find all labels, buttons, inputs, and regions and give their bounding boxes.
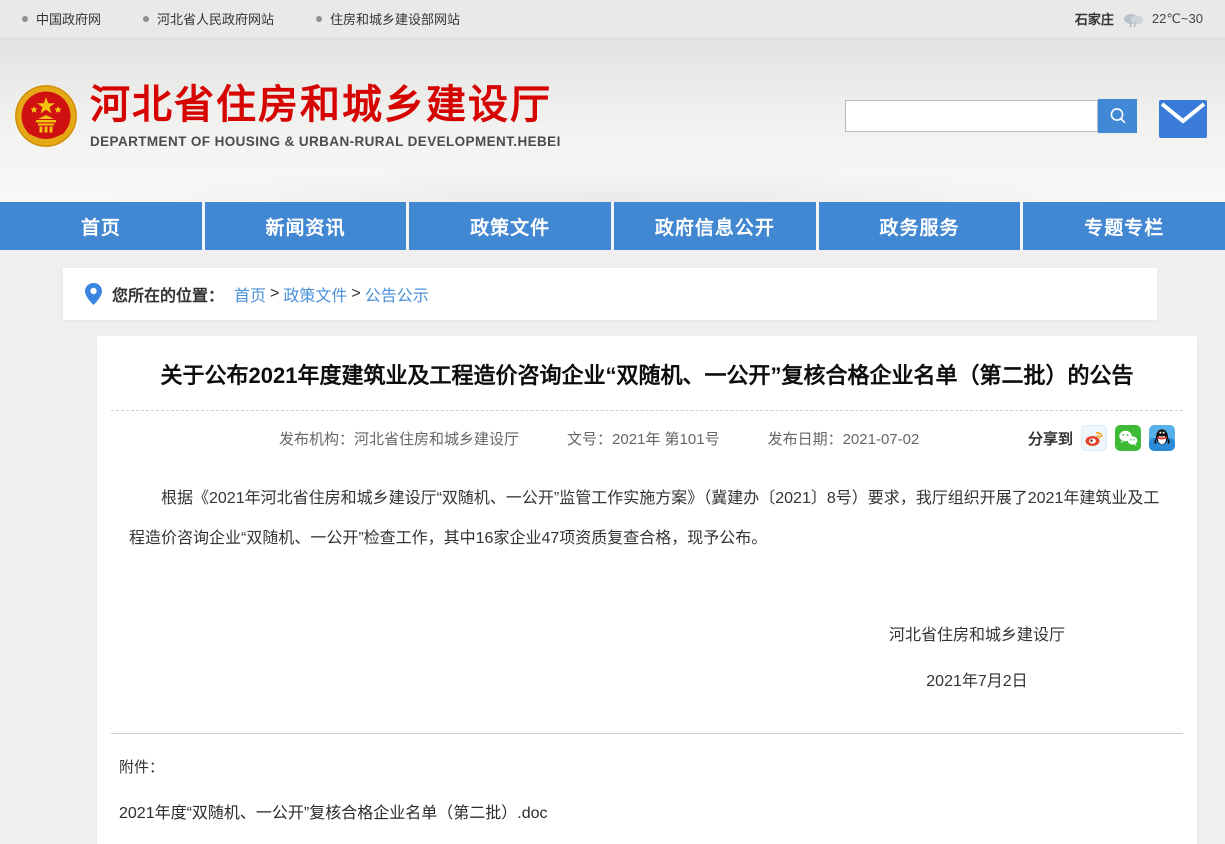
article-signature: 河北省住房和城乡建设厅 2021年7月2日: [889, 621, 1065, 691]
link-hebei-gov[interactable]: 河北省人民政府网站: [143, 9, 274, 28]
nav-item-news[interactable]: 新闻资讯: [205, 202, 407, 250]
qq-share-icon[interactable]: [1149, 425, 1175, 451]
meta-doc-number: 文号：2021年 第101号: [567, 428, 720, 449]
breadcrumb-separator: >: [351, 285, 360, 303]
breadcrumb-link-home[interactable]: 首页: [234, 282, 266, 306]
dashed-divider: [111, 410, 1183, 411]
envelope-icon[interactable]: [1159, 100, 1207, 138]
location-pin-icon: [85, 283, 102, 305]
nav-item-gov-info[interactable]: 政府信息公开: [614, 202, 816, 250]
link-label: 住房和城乡建设部网站: [330, 9, 460, 28]
bullet-icon: [143, 16, 149, 22]
weather-city: 石家庄: [1075, 9, 1114, 28]
article-body: 根据《2021年河北省住房和城乡建设厅“双随机、一公开”监管工作实施方案》（冀建…: [111, 479, 1183, 559]
link-label: 河北省人民政府网站: [157, 9, 274, 28]
national-emblem-icon: [14, 84, 78, 148]
meta-agency: 发布机构：河北省住房和城乡建设厅: [279, 428, 519, 449]
weibo-share-icon[interactable]: [1081, 425, 1107, 451]
nav-item-services[interactable]: 政务服务: [819, 202, 1021, 250]
signature-agency: 河北省住房和城乡建设厅: [889, 621, 1065, 645]
header-tools: [845, 100, 1207, 138]
main-nav: 首页 新闻资讯 政策文件 政府信息公开 政务服务 专题专栏: [0, 202, 1225, 250]
search-icon: [1108, 106, 1128, 126]
search-input[interactable]: [845, 100, 1098, 132]
site-header: 河北省住房和城乡建设厅 DEPARTMENT OF HOUSING & URBA…: [0, 37, 1225, 202]
meta-publish-date: 发布日期：2021-07-02: [768, 428, 920, 449]
weather-temp: 22℃~30: [1152, 11, 1203, 27]
search-box: [845, 100, 1137, 133]
article-title: 关于公布2021年度建筑业及工程造价咨询企业“双随机、一公开”复核合格企业名单（…: [111, 356, 1183, 396]
nav-item-topics[interactable]: 专题专栏: [1023, 202, 1225, 250]
top-bar-links: 中国政府网 河北省人民政府网站 住房和城乡建设部网站: [22, 9, 460, 28]
article-meta-row: 发布机构：河北省住房和城乡建设厅 文号：2021年 第101号 发布日期：202…: [111, 425, 1183, 451]
bullet-icon: [22, 16, 28, 22]
attachment-label: 附件：: [111, 756, 1183, 777]
site-title: 河北省住房和城乡建设厅: [90, 82, 561, 128]
wechat-share-icon[interactable]: [1115, 425, 1141, 451]
breadcrumb-link-policy[interactable]: 政策文件: [283, 282, 347, 306]
article-card: 关于公布2021年度建筑业及工程造价咨询企业“双随机、一公开”复核合格企业名单（…: [97, 336, 1197, 844]
link-mohurd[interactable]: 住房和城乡建设部网站: [316, 9, 460, 28]
article-meta: 发布机构：河北省住房和城乡建设厅 文号：2021年 第101号 发布日期：202…: [279, 428, 919, 449]
attachment-doc-link[interactable]: 2021年度“双随机、一公开”复核合格企业名单（第二批）.doc: [111, 799, 548, 823]
nav-item-policy[interactable]: 政策文件: [409, 202, 611, 250]
top-bar: 中国政府网 河北省人民政府网站 住房和城乡建设部网站 石家庄 22℃~30: [0, 0, 1225, 37]
cloud-rain-icon: [1122, 10, 1144, 28]
breadcrumb-separator: >: [270, 285, 279, 303]
breadcrumb-link-notices[interactable]: 公告公示: [365, 282, 429, 306]
share-bar: 分享到: [1028, 425, 1175, 451]
site-brand[interactable]: 河北省住房和城乡建设厅 DEPARTMENT OF HOUSING & URBA…: [14, 82, 561, 149]
breadcrumb-label: 您所在的位置：: [112, 282, 224, 306]
signature-date: 2021年7月2日: [889, 667, 1065, 691]
link-china-gov[interactable]: 中国政府网: [22, 9, 101, 28]
share-label: 分享到: [1028, 428, 1073, 449]
solid-divider: [111, 733, 1183, 734]
weather-widget: 石家庄 22℃~30: [1075, 9, 1203, 28]
breadcrumb: 您所在的位置： 首页 > 政策文件 > 公告公示: [63, 268, 1157, 320]
site-subtitle: DEPARTMENT OF HOUSING & URBAN-RURAL DEVE…: [90, 134, 561, 149]
bullet-icon: [316, 16, 322, 22]
nav-item-home[interactable]: 首页: [0, 202, 202, 250]
breadcrumb-section: 您所在的位置： 首页 > 政策文件 > 公告公示: [0, 250, 1225, 320]
search-button[interactable]: [1098, 99, 1137, 133]
link-label: 中国政府网: [36, 9, 101, 28]
brand-text: 河北省住房和城乡建设厅 DEPARTMENT OF HOUSING & URBA…: [90, 82, 561, 149]
